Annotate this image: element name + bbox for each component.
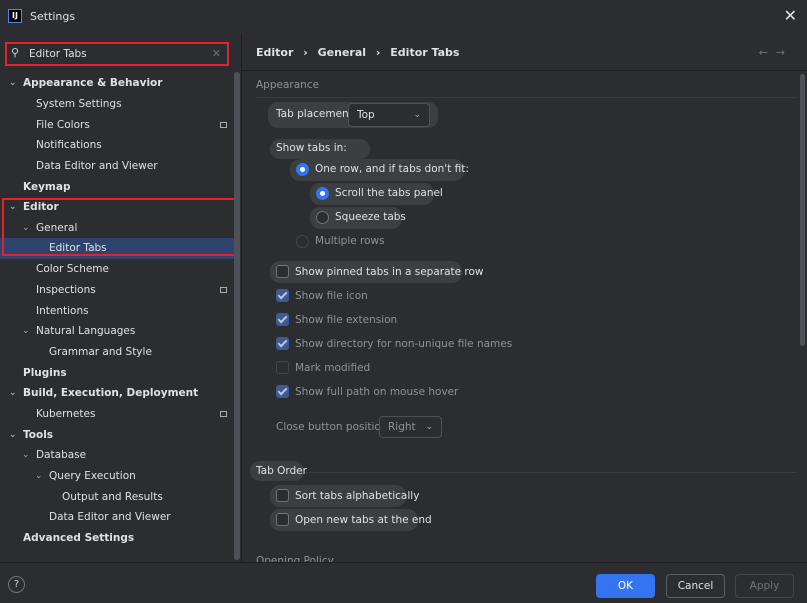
one-row-label: One row, and if tabs don't fit: <box>315 163 469 175</box>
apply-button[interactable]: Apply <box>735 574 794 598</box>
search-input[interactable]: Editor Tabs <box>29 48 87 60</box>
appearance-section-title: Appearance <box>256 79 320 91</box>
tab-placement-dropdown[interactable]: Top ⌄ <box>348 103 430 127</box>
project-level-icon <box>220 411 227 417</box>
chevron-right-icon: › <box>375 46 381 59</box>
tree-item-tools[interactable]: ⌄ Tools <box>0 425 235 446</box>
chevron-down-icon: ⌄ <box>413 110 421 120</box>
squeeze-tabs-radio[interactable] <box>316 211 329 224</box>
title-bar: IJ Settings ✕ <box>0 0 807 34</box>
forward-arrow-icon[interactable]: → <box>776 46 793 59</box>
ok-button[interactable]: OK <box>596 574 655 598</box>
tree-item-inspections[interactable]: Inspections <box>0 280 235 301</box>
tab-order-section-title: Tab Order <box>256 465 307 477</box>
breadcrumb-editor-tabs: Editor Tabs <box>390 46 460 59</box>
directory-checkbox[interactable] <box>276 337 289 350</box>
full-path-checkbox[interactable] <box>276 385 289 398</box>
header-divider <box>242 70 807 71</box>
chevron-down-icon: ⌄ <box>425 422 433 432</box>
tree-item-keymap[interactable]: Keymap <box>0 177 235 198</box>
open-new-tabs-end-label: Open new tabs at the end <box>295 514 432 526</box>
close-button-position-label: Close button position: <box>276 421 392 433</box>
scroll-tabs-label: Scroll the tabs panel <box>335 187 443 199</box>
tree-item-db-data-editor-viewer[interactable]: Data Editor and Viewer <box>0 507 235 528</box>
scroll-tabs-radio[interactable] <box>316 187 329 200</box>
tree-item-system-settings[interactable]: System Settings <box>0 94 235 115</box>
help-icon[interactable]: ? <box>8 576 25 593</box>
app-icon: IJ <box>8 9 22 23</box>
project-level-icon <box>220 287 227 293</box>
chevron-right-icon: › <box>303 46 308 59</box>
back-arrow-icon[interactable]: ← <box>759 46 776 59</box>
settings-search-field[interactable]: ⚲ Editor Tabs ✕ <box>5 42 229 66</box>
file-extension-checkbox[interactable] <box>276 313 289 326</box>
tree-item-general[interactable]: ⌄ General <box>0 218 235 239</box>
sort-alphabetically-checkbox[interactable] <box>276 489 289 502</box>
chevron-down-icon: ⌄ <box>22 326 30 336</box>
directory-label: Show directory for non-unique file names <box>295 338 513 350</box>
full-path-label: Show full path on mouse hover <box>295 386 459 398</box>
show-tabs-in-label: Show tabs in: <box>276 142 347 154</box>
tree-item-kubernetes[interactable]: Kubernetes <box>0 404 235 425</box>
section-divider <box>256 97 796 98</box>
sidebar-scrollbar[interactable] <box>234 72 240 560</box>
file-icon-label: Show file icon <box>295 290 368 302</box>
squeeze-tabs-label: Squeeze tabs <box>335 211 406 223</box>
cancel-button[interactable]: Cancel <box>666 574 725 598</box>
tree-item-query-execution[interactable]: ⌄ Query Execution <box>0 466 235 487</box>
search-icon: ⚲ <box>11 46 20 59</box>
tree-item-editor[interactable]: ⌄ Editor <box>0 197 235 218</box>
window-title: Settings <box>30 10 76 23</box>
tree-item-database[interactable]: ⌄ Database <box>0 445 235 466</box>
chevron-down-icon: ⌄ <box>22 450 30 460</box>
sort-alphabetically-label: Sort tabs alphabetically <box>295 490 420 502</box>
tree-item-notifications[interactable]: Notifications <box>0 135 235 156</box>
panel-divider <box>241 34 242 562</box>
file-extension-label: Show file extension <box>295 314 398 326</box>
close-button-position-dropdown[interactable]: Right ⌄ <box>379 416 442 438</box>
breadcrumb-editor[interactable]: Editor <box>256 46 293 59</box>
chevron-down-icon: ⌄ <box>9 78 17 88</box>
pinned-tabs-checkbox[interactable] <box>276 265 289 278</box>
nav-arrows: ←→ <box>759 46 793 59</box>
project-level-icon <box>220 122 227 128</box>
tree-item-intentions[interactable]: Intentions <box>0 301 235 322</box>
mark-modified-label: Mark modified <box>295 362 371 374</box>
breadcrumb-general[interactable]: General <box>318 46 366 59</box>
tree-item-plugins[interactable]: Plugins <box>0 363 235 384</box>
chevron-down-icon: ⌄ <box>9 430 17 440</box>
tab-placement-label: Tab placement: <box>276 108 357 120</box>
chevron-down-icon: ⌄ <box>35 471 43 481</box>
close-icon[interactable]: ✕ <box>784 6 797 25</box>
tree-item-file-colors[interactable]: File Colors <box>0 115 235 136</box>
tree-item-grammar-style[interactable]: Grammar and Style <box>0 342 235 363</box>
one-row-radio[interactable] <box>296 163 309 176</box>
tree-item-output-results[interactable]: Output and Results <box>0 487 235 508</box>
file-icon-checkbox[interactable] <box>276 289 289 302</box>
tree-item-natural-languages[interactable]: ⌄ Natural Languages <box>0 321 235 342</box>
tree-item-build-execution-deployment[interactable]: ⌄ Build, Execution, Deployment <box>0 383 235 404</box>
tree-item-data-editor-viewer[interactable]: Data Editor and Viewer <box>0 156 235 177</box>
chevron-down-icon: ⌄ <box>22 223 30 233</box>
breadcrumb: Editor › General › Editor Tabs <box>256 46 459 59</box>
clear-search-icon[interactable]: ✕ <box>212 47 221 60</box>
multiple-rows-label: Multiple rows <box>315 235 385 247</box>
chevron-down-icon: ⌄ <box>9 202 17 212</box>
section-divider <box>306 472 796 473</box>
tree-item-editor-tabs[interactable]: Editor Tabs <box>0 238 235 259</box>
multiple-rows-radio[interactable] <box>296 235 309 248</box>
content-scrollbar[interactable] <box>800 74 805 346</box>
tree-item-color-scheme[interactable]: Color Scheme <box>0 259 235 280</box>
tree-item-appearance-behavior[interactable]: ⌄ Appearance & Behavior <box>0 73 235 94</box>
open-new-tabs-end-checkbox[interactable] <box>276 513 289 526</box>
chevron-down-icon: ⌄ <box>9 388 17 398</box>
pinned-tabs-label: Show pinned tabs in a separate row <box>295 266 484 278</box>
mark-modified-checkbox[interactable] <box>276 361 289 374</box>
tree-item-advanced-settings[interactable]: Advanced Settings <box>0 528 235 549</box>
